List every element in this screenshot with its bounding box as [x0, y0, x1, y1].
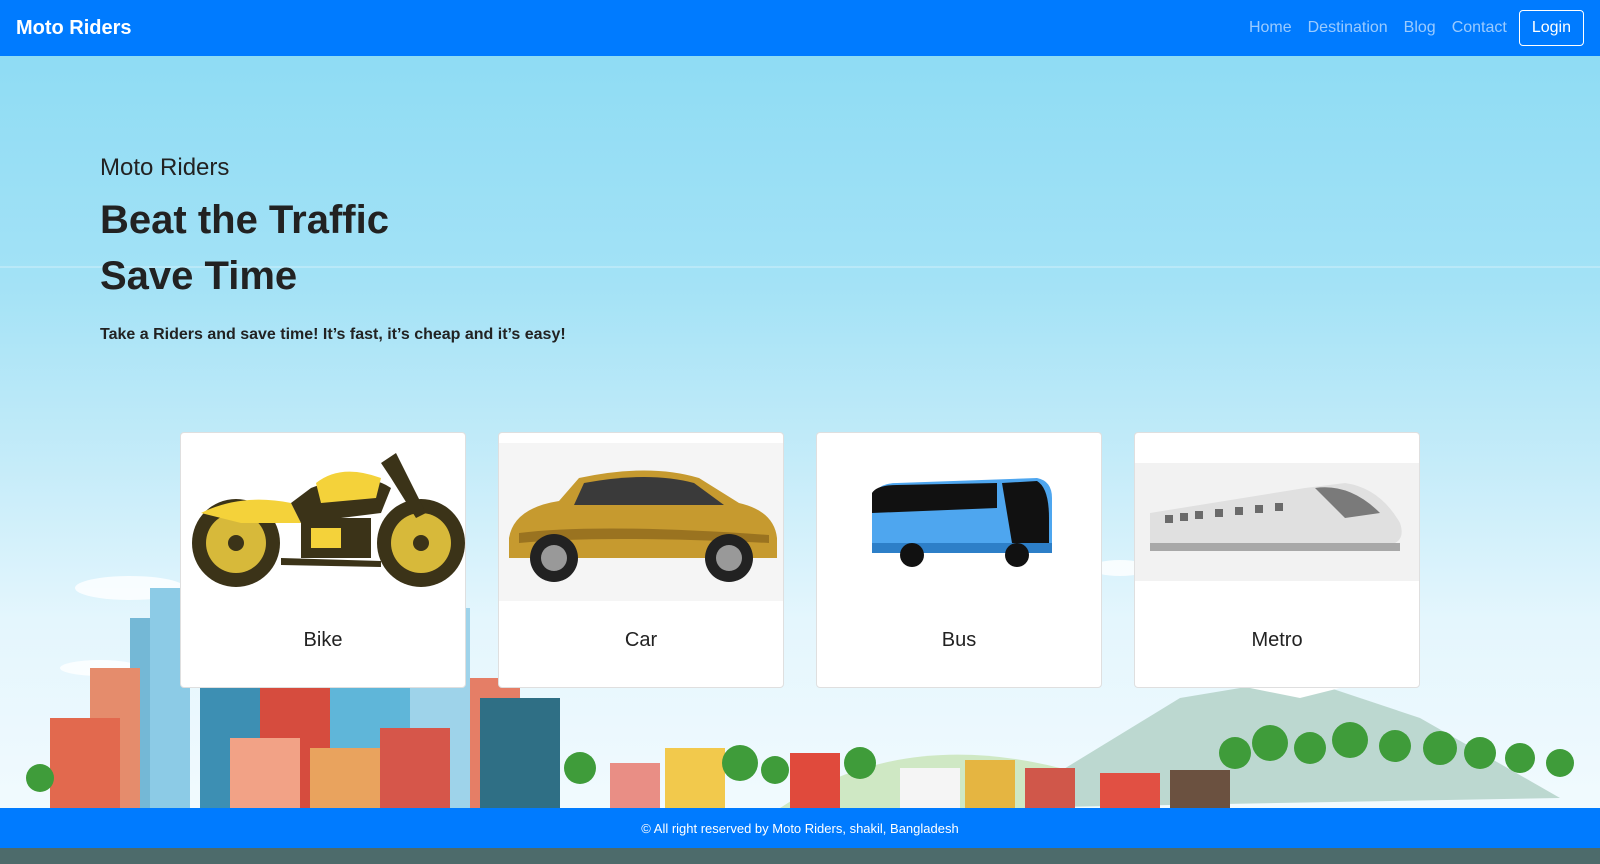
hero-text-block: Moto Riders Beat the Traffic Save Time T… — [100, 154, 566, 344]
hero-title-line-2: Save Time — [100, 254, 298, 298]
card-label: Metro — [1251, 629, 1303, 651]
login-button[interactable]: Login — [1518, 10, 1584, 46]
hero-eyebrow: Moto Riders — [100, 154, 230, 181]
nav-blog-link[interactable]: Blog — [1404, 19, 1436, 37]
car-image — [499, 443, 783, 601]
card-label: Car — [624, 629, 658, 651]
bus-image — [872, 478, 1052, 567]
nav-home-link[interactable]: Home — [1249, 19, 1292, 37]
vehicle-card-bus[interactable]: Bus — [816, 432, 1102, 688]
footer: © All right reserved by Moto Riders, sha… — [0, 808, 1600, 848]
vehicle-card-car[interactable]: Car — [498, 432, 784, 688]
metro-train-image — [1135, 463, 1419, 581]
hero-title-line-1: Beat the Traffic — [100, 198, 389, 242]
motorbike-image — [192, 453, 465, 587]
hero-subtitle: Take a Riders and save time! It’s fast, … — [100, 326, 566, 343]
vehicle-card-bike[interactable]: Bike — [180, 432, 466, 688]
nav-links: Home Destination Blog Contact Login — [1233, 10, 1584, 46]
top-navbar: Moto Riders Home Destination Blog Contac… — [0, 0, 1600, 56]
vehicle-cards: Bike Car Bus Metro — [180, 432, 1420, 688]
brand-logo[interactable]: Moto Riders — [16, 17, 132, 40]
road-strip — [0, 848, 1600, 864]
nav-destination-link[interactable]: Destination — [1308, 19, 1388, 37]
vehicle-card-metro[interactable]: Metro — [1134, 432, 1420, 688]
card-label: Bike — [303, 629, 343, 651]
nav-contact-link[interactable]: Contact — [1452, 19, 1507, 37]
card-label: Bus — [941, 629, 977, 651]
footer-copyright: © All right reserved by Moto Riders, sha… — [641, 820, 959, 836]
